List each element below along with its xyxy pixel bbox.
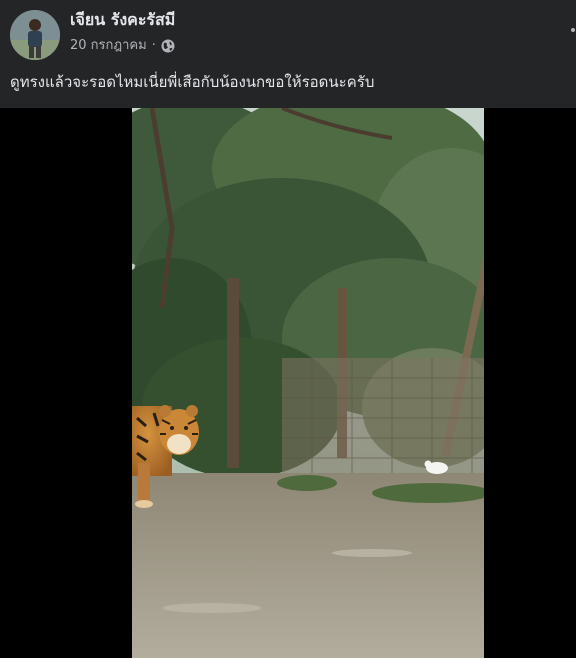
post-meta: 20 กรกฎาคม ·: [70, 37, 175, 55]
avatar-image: [10, 10, 60, 60]
post-header: เจียน รังคะรัสมี 20 กรกฎาคม ·: [0, 0, 576, 62]
video-player[interactable]: [132, 108, 484, 658]
video-frame: [132, 108, 484, 658]
post-caption: ดูทรงแล้วจะรอดไหมเนี่ยพี่เสือกับน้องนกขอ…: [10, 73, 375, 91]
author-name[interactable]: เจียน รังคะรัสมี: [70, 10, 175, 30]
globe-icon: [161, 39, 175, 53]
more-options-icon[interactable]: [568, 22, 576, 42]
video-letterbox: [0, 108, 576, 658]
facebook-post: เจียน รังคะรัสมี 20 กรกฎาคม · ดูทรงแล้วจ…: [0, 0, 576, 658]
meta-separator: ·: [151, 38, 156, 53]
author-avatar[interactable]: [10, 10, 60, 60]
post-date[interactable]: 20 กรกฎาคม: [70, 37, 147, 55]
